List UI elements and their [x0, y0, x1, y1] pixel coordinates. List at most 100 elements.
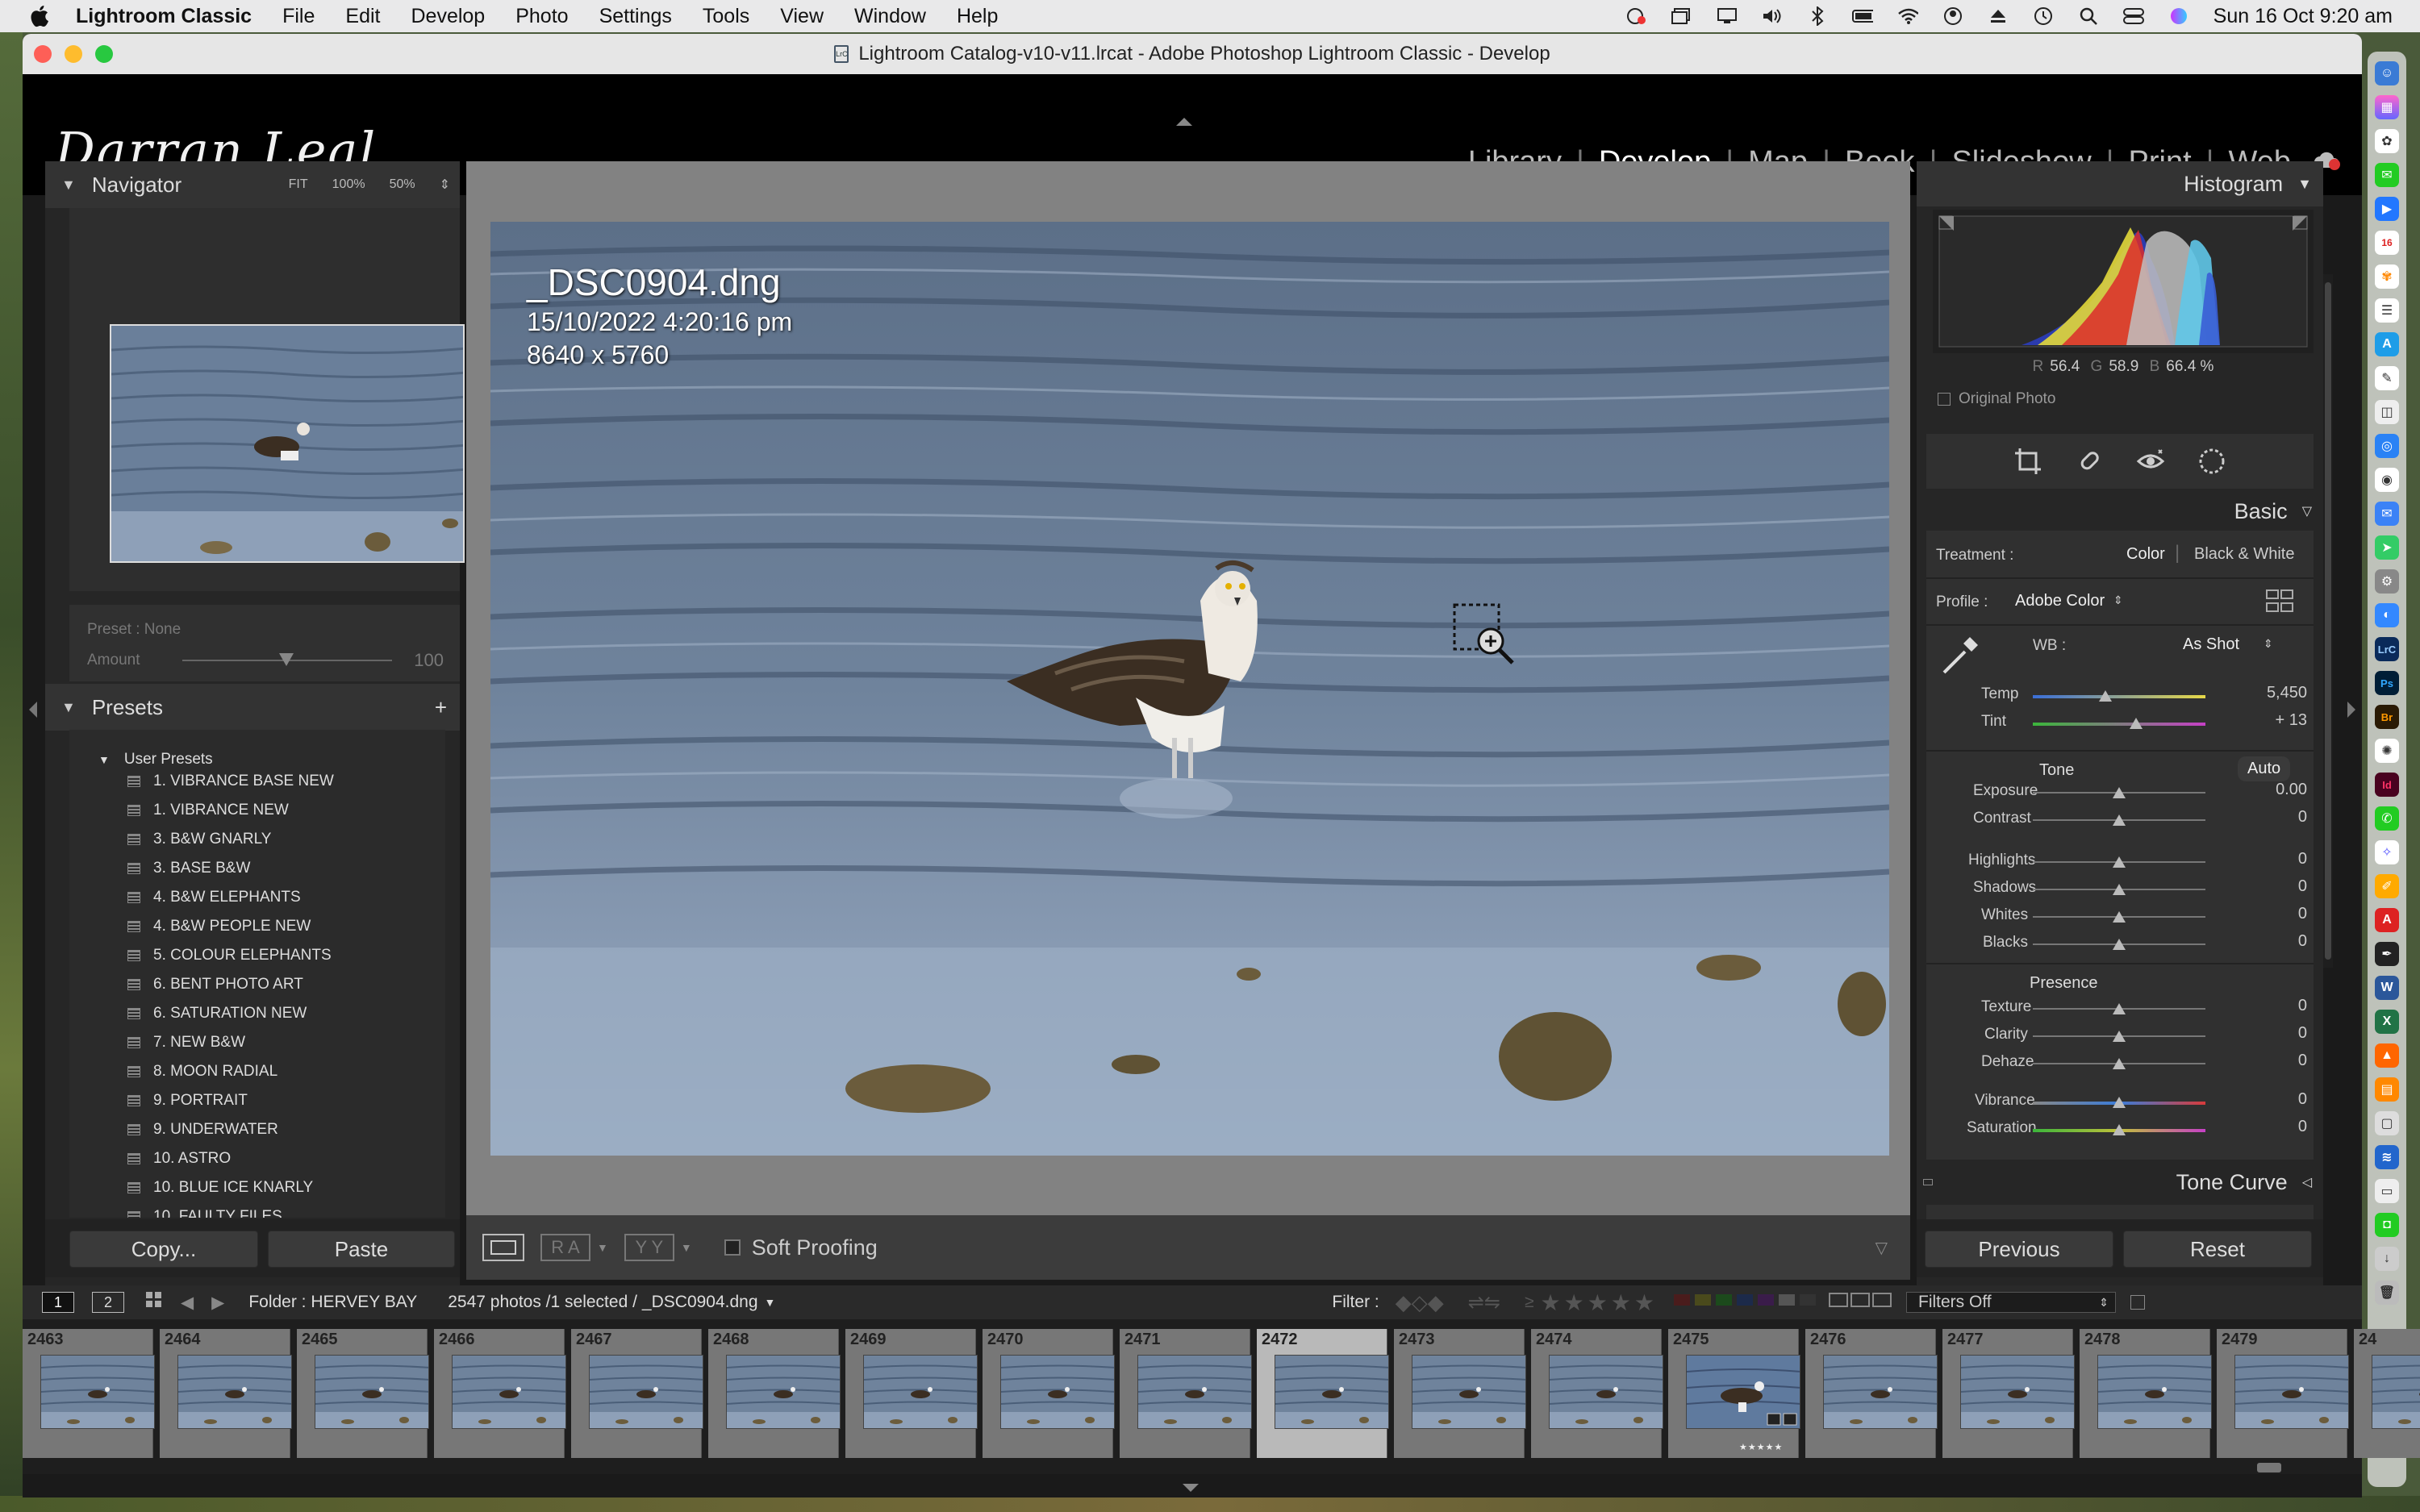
amount-slider-thumb[interactable] — [279, 653, 294, 666]
zoom-50[interactable]: 50% — [390, 177, 415, 192]
books-dock-icon[interactable]: ▤ — [2375, 1077, 2399, 1102]
bottom-panel-toggle-icon[interactable] — [1183, 1484, 1199, 1492]
preset-item[interactable]: 10. ASTRO — [127, 1150, 231, 1168]
zoom-stepper-icon[interactable]: ⇕ — [440, 177, 450, 193]
trash-dock-icon[interactable]: 🗑 — [2375, 1281, 2399, 1305]
word-dock-icon[interactable]: W — [2375, 976, 2399, 1000]
collapse-triangle-icon[interactable]: ▼ — [2297, 176, 2312, 193]
collapse-triangle-icon[interactable]: ▼ — [61, 699, 76, 716]
flag-filter-icons[interactable]: ◆◇◆ — [1396, 1290, 1444, 1315]
kind-filter-icons[interactable] — [1829, 1291, 1893, 1314]
blacks-value[interactable]: 0 — [2243, 932, 2307, 951]
preset-item[interactable]: 6. SATURATION NEW — [127, 1005, 307, 1023]
profile-dropdown[interactable]: Adobe Color — [2015, 592, 2105, 610]
right-panel-scrollbar[interactable] — [2323, 274, 2333, 968]
auto-tone-button[interactable]: Auto — [2238, 756, 2291, 781]
reset-button[interactable]: Reset — [2123, 1231, 2312, 1268]
texture-slider-thumb[interactable] — [2113, 1003, 2126, 1014]
files-dock-icon[interactable]: ▢ — [2375, 1111, 2399, 1135]
tint-slider-track[interactable] — [2033, 723, 2205, 726]
preset-item[interactable]: 5. COLOUR ELEPHANTS — [127, 947, 332, 964]
right-panel-toggle-icon[interactable] — [2347, 702, 2355, 718]
filmstrip-thumbnail[interactable]: 2465 — [297, 1329, 429, 1458]
contrast-value[interactable]: 0 — [2243, 808, 2307, 827]
dehaze-value[interactable]: 0 — [2243, 1052, 2307, 1070]
wb-eyedropper-icon[interactable] — [1938, 632, 1983, 677]
before-after-dropdown-icon[interactable]: ▼ — [597, 1241, 608, 1254]
wb-dropdown[interactable]: As Shot — [2183, 635, 2239, 654]
thumbnail-image[interactable] — [315, 1355, 429, 1429]
copy-settings-button[interactable]: Copy... — [69, 1231, 258, 1268]
before-after-tb-button[interactable]: Y Y — [624, 1234, 674, 1261]
preview-dock-icon[interactable]: ◫ — [2375, 400, 2399, 424]
filmstrip-thumbnail[interactable]: 2466 — [434, 1329, 566, 1458]
textedit-dock-icon[interactable]: ✎ — [2375, 366, 2399, 390]
thumbnail-image[interactable] — [1960, 1355, 2075, 1429]
edit-filter-icons[interactable]: ⇌⇋ — [1468, 1291, 1500, 1314]
profile-stepper-icon[interactable]: ⇕ — [2113, 594, 2123, 607]
thumbnail-image[interactable] — [1275, 1355, 1389, 1429]
top-panel-toggle-icon[interactable] — [1176, 118, 1192, 126]
tint-value[interactable]: + 13 — [2243, 711, 2307, 730]
creative-cloud-status-icon[interactable] — [1626, 6, 1647, 26]
menu-file[interactable]: File — [282, 5, 315, 28]
preset-item[interactable]: 9. UNDERWATER — [127, 1121, 278, 1139]
preset-item[interactable]: 1. VIBRANCE NEW — [127, 802, 289, 819]
menu-settings[interactable]: Settings — [599, 5, 672, 28]
preset-item[interactable]: 3. B&W GNARLY — [127, 831, 271, 848]
preset-item[interactable]: 6. BENT PHOTO ART — [127, 976, 303, 993]
clarity-slider-thumb[interactable] — [2113, 1031, 2126, 1042]
acrobat-dock-icon[interactable]: A — [2375, 908, 2399, 932]
filmstrip-thumbnail[interactable]: 2473 — [1394, 1329, 1526, 1458]
filmstrip-thumbnail[interactable]: 24 — [2354, 1329, 2420, 1458]
profile-browser-icon[interactable] — [2265, 587, 2294, 616]
pinwheel-dock-icon[interactable]: ✺ — [2375, 739, 2399, 763]
folder-dock-icon[interactable]: ▭ — [2375, 1179, 2399, 1203]
app-menu[interactable]: Lightroom Classic — [76, 5, 252, 28]
filmstrip-thumbnail[interactable]: 2477 — [1942, 1329, 2075, 1458]
paste-settings-button[interactable]: Paste — [268, 1231, 455, 1268]
second-window-button[interactable]: 2 — [92, 1292, 124, 1313]
filmstrip-thumbnail[interactable]: 2474 — [1531, 1329, 1663, 1458]
thumbnail-image[interactable] — [589, 1355, 703, 1429]
chrome-dock-icon[interactable]: ◉ — [2375, 468, 2399, 492]
vlc-dock-icon[interactable]: ▲ — [2375, 1043, 2399, 1068]
filmstrip-thumbnail[interactable]: 2463 — [23, 1329, 155, 1458]
filmstrip-thumbnail[interactable]: 2475 ★★★★★ — [1668, 1329, 1800, 1458]
thumbnail-image[interactable] — [1137, 1355, 1252, 1429]
zoom-window-button[interactable] — [95, 45, 113, 63]
filter-preset-dropdown[interactable]: Filters Off ⇕ — [1906, 1292, 2116, 1313]
display-icon[interactable] — [1717, 6, 1738, 26]
thumbnail-image[interactable] — [1686, 1355, 1800, 1429]
thumbnail-image[interactable] — [1549, 1355, 1663, 1429]
vibrance-value[interactable]: 0 — [2243, 1090, 2307, 1109]
thumbnail-image[interactable] — [1000, 1355, 1115, 1429]
filmstrip-scrollbar[interactable] — [23, 1460, 2362, 1474]
filmstrip-thumbnail[interactable]: 2472 — [1257, 1329, 1389, 1458]
exposure-value[interactable]: 0.00 — [2243, 781, 2307, 799]
preset-item[interactable]: 4. B&W ELEPHANTS — [127, 889, 301, 906]
masking-icon[interactable] — [2197, 447, 2226, 476]
preset-item[interactable]: 3. BASE B&W — [127, 860, 250, 877]
menu-develop[interactable]: Develop — [411, 5, 485, 28]
mail-dock-icon[interactable]: ✉ — [2375, 502, 2399, 526]
eject-icon[interactable] — [1988, 6, 2009, 26]
excel-dock-icon[interactable]: X — [2375, 1010, 2399, 1034]
current-filename[interactable]: _DSC0904.dng — [642, 1293, 758, 1312]
downloads-dock-icon[interactable]: ↓ — [2375, 1247, 2399, 1271]
window-stack-icon[interactable] — [1671, 6, 1692, 26]
siri-icon[interactable] — [2168, 6, 2189, 26]
close-window-button[interactable] — [34, 45, 52, 63]
collapse-triangle-icon[interactable]: ▼ — [61, 177, 76, 194]
minimize-window-button[interactable] — [65, 45, 82, 63]
preset-item[interactable]: 9. PORTRAIT — [127, 1092, 248, 1110]
app-store-dock-icon[interactable]: A — [2375, 332, 2399, 356]
main-photo[interactable]: _DSC0904.dng 15/10/2022 4:20:16 pm 8640 … — [490, 222, 1889, 1156]
filmstrip-thumbnail[interactable]: 2468 — [708, 1329, 841, 1458]
bluetooth-icon[interactable] — [1807, 6, 1828, 26]
thumbnail-image[interactable] — [452, 1355, 566, 1429]
zoom-100[interactable]: 100% — [332, 177, 365, 192]
before-after-lr-button[interactable]: R A — [540, 1234, 590, 1261]
launchpad-dock-icon[interactable]: ▦ — [2375, 95, 2399, 119]
temp-slider-thumb[interactable] — [2099, 690, 2112, 702]
